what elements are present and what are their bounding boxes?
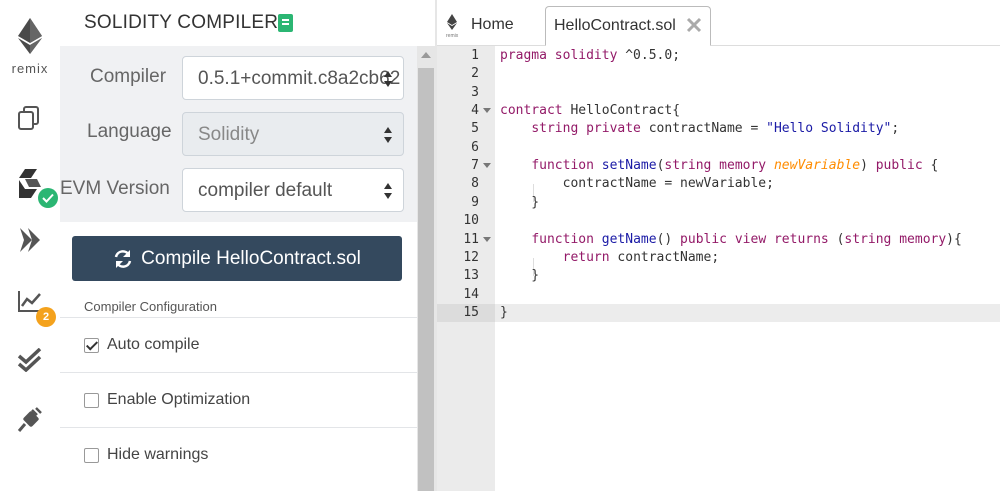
line-number: 11 <box>463 232 479 247</box>
fold-arrow-icon[interactable] <box>483 108 491 113</box>
analysis-button[interactable]: 2 <box>10 281 56 327</box>
language-select[interactable]: Solidity <box>182 112 404 156</box>
scrollbar-thumb[interactable] <box>418 68 434 491</box>
enable-optimization-checkbox[interactable] <box>84 393 99 408</box>
line-number: 3 <box>471 85 479 100</box>
line-number: 4 <box>471 103 479 118</box>
panel-title: SOLIDITY COMPILER <box>84 12 279 33</box>
check-icon <box>38 188 58 208</box>
line-number: 1 <box>471 48 479 63</box>
evm-version-select[interactable]: compiler default <box>182 168 404 212</box>
code-line: contractName = newVariable; <box>500 176 774 191</box>
tab-home[interactable]: remix Home <box>441 6 539 44</box>
file-explorer-button[interactable] <box>10 98 50 138</box>
auto-compile-checkbox[interactable] <box>84 338 99 353</box>
hide-warnings-checkbox[interactable] <box>84 448 99 463</box>
auto-compile-option[interactable]: Auto compile <box>60 317 417 372</box>
compiler-version-select[interactable]: 0.5.1+commit.c8a2cb62 <box>182 56 404 100</box>
compile-section: Compile HelloContract.sol Compiler Confi… <box>60 222 417 491</box>
icon-panel: remix 2 <box>0 0 60 491</box>
ethereum-logo-icon <box>18 18 42 54</box>
scroll-up-arrow-icon[interactable] <box>421 52 431 58</box>
code-line: } <box>500 268 540 283</box>
code-line: } <box>500 195 540 210</box>
logo-text: remix <box>11 61 49 76</box>
fold-arrow-icon[interactable] <box>483 163 491 168</box>
solidity-compiler-button[interactable] <box>10 164 58 208</box>
compile-button-label: Compile HelloContract.sol <box>141 247 361 269</box>
evm-version-label: EVM Version <box>60 178 170 199</box>
hide-warnings-option[interactable]: Hide warnings <box>60 427 417 482</box>
close-icon[interactable] <box>684 15 704 35</box>
line-number: 5 <box>471 121 479 136</box>
line-number: 12 <box>463 250 479 265</box>
code-line: function getName() public view returns (… <box>531 232 962 247</box>
compiler-version-value: 0.5.1+commit.c8a2cb62 <box>198 68 401 89</box>
panel-header: SOLIDITY COMPILER <box>60 0 417 46</box>
enable-optimization-label: Enable Optimization <box>107 391 251 408</box>
plug-icon <box>17 407 42 432</box>
file-explorer-icon <box>18 106 39 130</box>
file-tab-label: HelloContract.sol <box>554 17 676 34</box>
enable-optimization-option[interactable]: Enable Optimization <box>60 372 417 427</box>
code-line: return contractName; <box>562 250 720 265</box>
select-arrows-icon <box>384 127 392 143</box>
code-line: } <box>500 305 508 320</box>
language-value: Solidity <box>198 124 260 145</box>
line-number: 15 <box>463 305 479 320</box>
tab-hellocontract[interactable]: HelloContract.sol <box>545 6 711 46</box>
evm-version-value: compiler default <box>198 180 333 201</box>
plugin-manager-button[interactable] <box>10 400 50 440</box>
code-line: pragma solidity ^0.5.0; <box>500 48 681 63</box>
refresh-icon <box>114 249 132 268</box>
remix-home-icon <box>447 14 457 30</box>
code-line: contract HelloContract{ <box>500 103 681 118</box>
double-check-icon <box>17 348 42 372</box>
remix-logo[interactable]: remix <box>0 18 60 76</box>
line-number: 9 <box>471 195 479 210</box>
line-number: 13 <box>463 268 479 283</box>
line-number: 10 <box>463 213 479 228</box>
line-number: 7 <box>471 158 479 173</box>
analysis-badge: 2 <box>36 307 56 327</box>
fold-arrow-icon[interactable] <box>483 237 491 242</box>
active-line-highlight <box>495 304 1000 322</box>
deploy-run-icon <box>20 228 40 252</box>
home-tab-tiny-label: remix <box>446 33 459 39</box>
code-editor[interactable]: 1 2 3 4 5 6 7 8 9 10 11 12 13 14 15 prag… <box>437 46 1000 491</box>
home-tab-label: Home <box>471 16 514 33</box>
language-label: Language <box>87 121 172 142</box>
deploy-run-button[interactable] <box>10 220 50 260</box>
compiler-configuration-heading: Compiler Configuration <box>84 299 217 314</box>
compile-button[interactable]: Compile HelloContract.sol <box>72 236 402 281</box>
line-number: 2 <box>471 66 479 81</box>
hide-warnings-label: Hide warnings <box>107 446 209 463</box>
compiler-settings: Compiler 0.5.1+commit.c8a2cb62 Language … <box>60 46 417 491</box>
auto-compile-label: Auto compile <box>107 336 200 353</box>
line-number: 14 <box>463 287 479 302</box>
code-line: function setName(string memory newVariab… <box>531 158 939 173</box>
select-arrows-icon <box>384 183 392 199</box>
compiler-panel: SOLIDITY COMPILER Compiler 0.5.1+commit.… <box>60 0 417 491</box>
compiler-label: Compiler <box>90 66 167 87</box>
line-number: 8 <box>471 176 479 191</box>
documentation-icon[interactable] <box>278 14 293 32</box>
select-arrows-icon <box>384 71 392 87</box>
editor-tabs: remix Home HelloContract.sol <box>437 0 1000 46</box>
testing-button[interactable] <box>10 340 50 380</box>
code-line: string private contractName = "Hello Sol… <box>531 121 900 136</box>
panel-scrollbar[interactable] <box>417 46 435 491</box>
line-number: 6 <box>471 140 479 155</box>
